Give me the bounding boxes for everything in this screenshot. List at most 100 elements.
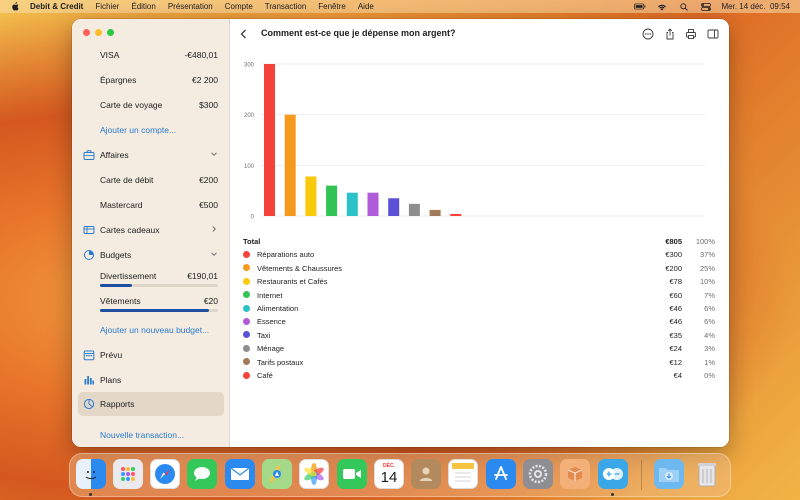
category-color-dot: [243, 250, 250, 258]
sidebar-account-travel-card[interactable]: Carte de voyage $300: [72, 95, 230, 115]
sidebar-item-reports[interactable]: Rapports: [78, 392, 224, 416]
category-color-dot: [243, 331, 250, 339]
window-minimize-button[interactable]: [95, 29, 102, 36]
sidebar-budget-clothing[interactable]: Vêtements €20: [72, 291, 230, 311]
table-row[interactable]: Café €4 0%: [230, 369, 729, 382]
sidebar-toggle-icon[interactable]: [707, 27, 719, 39]
table-row[interactable]: Alimentation €46 6%: [230, 302, 729, 315]
budget-progress-fill: [100, 309, 209, 312]
sidebar-group-business[interactable]: Affaires: [72, 145, 230, 165]
account-label: VISA: [100, 50, 120, 60]
print-icon[interactable]: [685, 27, 697, 39]
new-transaction-link[interactable]: Nouvelle transaction...: [72, 425, 230, 445]
chart-bar[interactable]: [346, 192, 358, 216]
control-center-icon[interactable]: [700, 2, 712, 11]
category-value: €46: [669, 304, 682, 313]
menu-view[interactable]: Présentation: [168, 2, 213, 11]
chevron-right-icon[interactable]: [210, 225, 218, 233]
sidebar-item-scheduled[interactable]: Prévu: [72, 345, 230, 365]
downloads-folder-icon[interactable]: [654, 459, 684, 489]
main-content: Comment est-ce que je dépense mon argent…: [230, 19, 729, 447]
chart-bar[interactable]: [429, 209, 441, 216]
menu-transaction[interactable]: Transaction: [265, 2, 307, 11]
battery-icon[interactable]: [633, 3, 646, 11]
menu-app-name[interactable]: Debit & Credit: [30, 2, 83, 11]
table-row[interactable]: Taxi €35 4%: [230, 329, 729, 342]
menu-account[interactable]: Compte: [225, 2, 253, 11]
mail-icon[interactable]: [225, 459, 255, 489]
briefcase-icon: [83, 149, 95, 161]
chart-bar[interactable]: [450, 213, 462, 216]
window-zoom-button[interactable]: [107, 29, 114, 36]
chart-bar[interactable]: [284, 114, 296, 216]
search-icon[interactable]: [678, 2, 690, 11]
category-value: €60: [669, 290, 682, 300]
wifi-icon[interactable]: [656, 3, 668, 11]
table-row[interactable]: Internet €60 7%: [230, 289, 729, 302]
app-store-icon[interactable]: [486, 459, 516, 489]
back-button[interactable]: [239, 27, 249, 39]
sidebar-item-plans[interactable]: Plans: [72, 370, 230, 390]
add-budget-link[interactable]: Ajouter un nouveau budget...: [72, 320, 230, 340]
safari-icon[interactable]: [150, 459, 180, 489]
account-label: Mastercard: [100, 200, 143, 210]
add-account-link[interactable]: Ajouter un compte...: [72, 120, 230, 140]
facetime-icon[interactable]: [337, 459, 367, 489]
chevron-down-icon[interactable]: [210, 250, 218, 258]
category-pct: 6%: [704, 317, 715, 327]
chart-bar[interactable]: [305, 176, 317, 216]
menu-help[interactable]: Aide: [358, 2, 374, 11]
sidebar-group-gift-cards[interactable]: Cartes cadeaux: [72, 220, 230, 240]
menu-window[interactable]: Fenêtre: [318, 2, 346, 11]
menu-edit[interactable]: Édition: [131, 2, 155, 11]
trash-icon[interactable]: [692, 459, 722, 489]
category-pct: 6%: [704, 304, 715, 313]
item-label: Rapports: [100, 399, 135, 409]
finder-icon[interactable]: [76, 459, 106, 489]
sidebar-account-debit-card[interactable]: Carte de débit €200: [72, 170, 230, 190]
sidebar-budget-entertainment[interactable]: Divertissement €190,01: [72, 266, 230, 286]
category-label: Taxi: [257, 330, 271, 340]
category-color-dot: [243, 358, 250, 366]
chart-bar[interactable]: [408, 203, 420, 216]
chevron-down-icon[interactable]: [210, 150, 218, 158]
chart-bar[interactable]: [388, 198, 400, 216]
category-label: Alimentation: [257, 304, 299, 313]
chart-bar[interactable]: [326, 185, 338, 216]
dock: DÉC. 14: [69, 453, 731, 497]
sidebar-account-savings[interactable]: Épargnes €2 200: [72, 70, 230, 90]
add-account-label: Ajouter un compte...: [100, 125, 177, 135]
sidebar-account-mastercard[interactable]: Mastercard €500: [72, 195, 230, 215]
chart-bar[interactable]: [264, 64, 275, 216]
window-close-button[interactable]: [83, 29, 90, 36]
contacts-icon[interactable]: [411, 459, 441, 489]
system-settings-icon[interactable]: [523, 459, 553, 489]
launchpad-icon[interactable]: [113, 459, 143, 489]
sidebar-group-budgets[interactable]: Budgets: [72, 245, 230, 265]
sidebar-account-visa[interactable]: VISA -€480,01: [72, 45, 230, 65]
category-color-dot: [243, 344, 250, 352]
more-options-icon[interactable]: [642, 27, 654, 40]
category-value: €35: [669, 330, 682, 340]
chart-bar[interactable]: [367, 192, 379, 216]
account-amount: $300: [199, 100, 218, 110]
notes-icon[interactable]: [448, 459, 478, 489]
table-row[interactable]: Réparations auto €300 37%: [230, 248, 729, 261]
table-row[interactable]: Essence €46 6%: [230, 315, 729, 328]
photos-icon[interactable]: [299, 459, 329, 489]
menubar-clock[interactable]: Mer. 14 déc. 09:54: [722, 2, 791, 11]
category-pct: 10%: [699, 277, 715, 287]
table-row[interactable]: Tarifs postaux €12 1%: [230, 356, 729, 369]
maps-icon[interactable]: [262, 459, 292, 489]
menu-file[interactable]: Fichier: [95, 2, 119, 11]
table-row[interactable]: Vêtements & Chaussures €200 25%: [230, 262, 729, 275]
calendar-app-icon[interactable]: DÉC. 14: [374, 459, 404, 489]
messages-icon[interactable]: [187, 459, 217, 489]
debit-credit-app-icon[interactable]: [598, 459, 628, 489]
share-icon[interactable]: [664, 27, 676, 40]
table-row[interactable]: Restaurants et Cafés €78 10%: [230, 275, 729, 288]
apple-icon[interactable]: [10, 2, 20, 12]
box-app-icon[interactable]: [560, 459, 590, 489]
category-value: €200: [665, 263, 682, 273]
table-row[interactable]: Ménage €24 3%: [230, 342, 729, 355]
